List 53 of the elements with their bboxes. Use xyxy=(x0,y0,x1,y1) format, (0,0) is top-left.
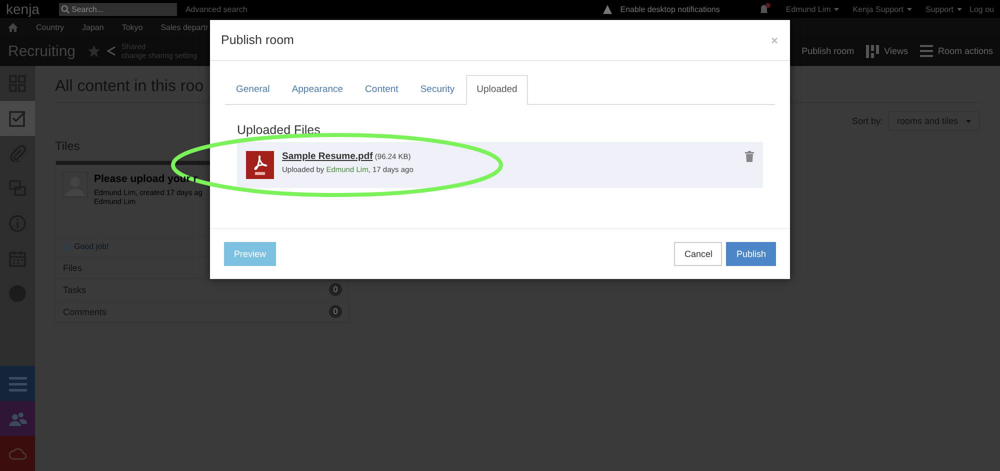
dialog-tab[interactable]: Uploaded xyxy=(466,75,528,105)
dialog-tab[interactable]: Appearance xyxy=(280,83,354,104)
room-action-button[interactable]: Room actions xyxy=(916,45,996,57)
advanced-search-link[interactable]: Advanced search xyxy=(185,4,248,14)
sidebar-app-button[interactable] xyxy=(0,366,35,401)
warning-icon xyxy=(603,4,612,14)
file-name-link[interactable]: Sample Resume.pdf xyxy=(282,151,373,162)
caret-icon xyxy=(956,8,962,10)
home-icon[interactable] xyxy=(8,22,18,32)
search-field[interactable]: Search... xyxy=(59,2,178,16)
user-menu[interactable]: Support xyxy=(926,4,962,14)
logout-link[interactable]: Log ou xyxy=(970,4,994,14)
room-title: Recruiting xyxy=(8,42,76,60)
bell-icon[interactable] xyxy=(758,3,772,15)
publish-button[interactable]: Publish xyxy=(726,242,776,266)
users-icon xyxy=(8,410,26,426)
count-badge: 0 xyxy=(329,305,342,318)
dialog-tab[interactable]: Security xyxy=(409,83,466,104)
user-menu[interactable]: Edmund Lim xyxy=(786,4,839,14)
count-badge: 0 xyxy=(329,283,342,296)
sidebar-app-button[interactable] xyxy=(0,436,35,471)
preview-button[interactable]: Preview xyxy=(224,242,276,266)
caret-icon xyxy=(834,8,839,10)
breadcrumb-link[interactable]: Sales departr xyxy=(160,22,208,32)
room-action-button[interactable]: Publish room xyxy=(798,46,858,56)
logo[interactable]: kenja xyxy=(6,1,40,17)
tasks-icon xyxy=(9,110,26,127)
dialog-title: Publish room xyxy=(221,33,294,47)
star-icon[interactable] xyxy=(88,45,100,57)
dialog-tab[interactable]: Content xyxy=(354,83,410,104)
caret-icon xyxy=(906,8,912,10)
dialog-tab[interactable]: General xyxy=(225,83,281,104)
search-icon xyxy=(61,4,70,14)
trash-icon[interactable] xyxy=(745,151,754,162)
breadcrumb-link[interactable]: Country xyxy=(36,22,64,32)
sidebar-app-button[interactable] xyxy=(0,401,35,436)
menu-icon xyxy=(920,45,933,57)
caret-icon xyxy=(966,120,971,122)
columns-icon xyxy=(866,44,880,58)
room-action-button[interactable]: Views xyxy=(863,44,911,58)
breadcrumb-link[interactable]: Japan xyxy=(82,22,104,32)
breadcrumb-link[interactable]: Tokyo xyxy=(122,22,143,32)
sidebar-item[interactable] xyxy=(0,101,35,136)
share-icon xyxy=(106,46,116,56)
close-icon[interactable] xyxy=(771,36,778,44)
cloud-upload-icon xyxy=(8,446,26,462)
thumbs-up-icon xyxy=(62,242,71,251)
pdf-file-icon xyxy=(246,151,274,179)
section-title: Uploaded Files xyxy=(237,123,322,137)
cancel-button[interactable]: Cancel xyxy=(674,242,722,266)
menu-icon xyxy=(8,376,26,392)
enable-notifications-link[interactable]: Enable desktop notifications xyxy=(620,4,720,14)
user-menu[interactable]: Kenja Support xyxy=(852,4,912,14)
